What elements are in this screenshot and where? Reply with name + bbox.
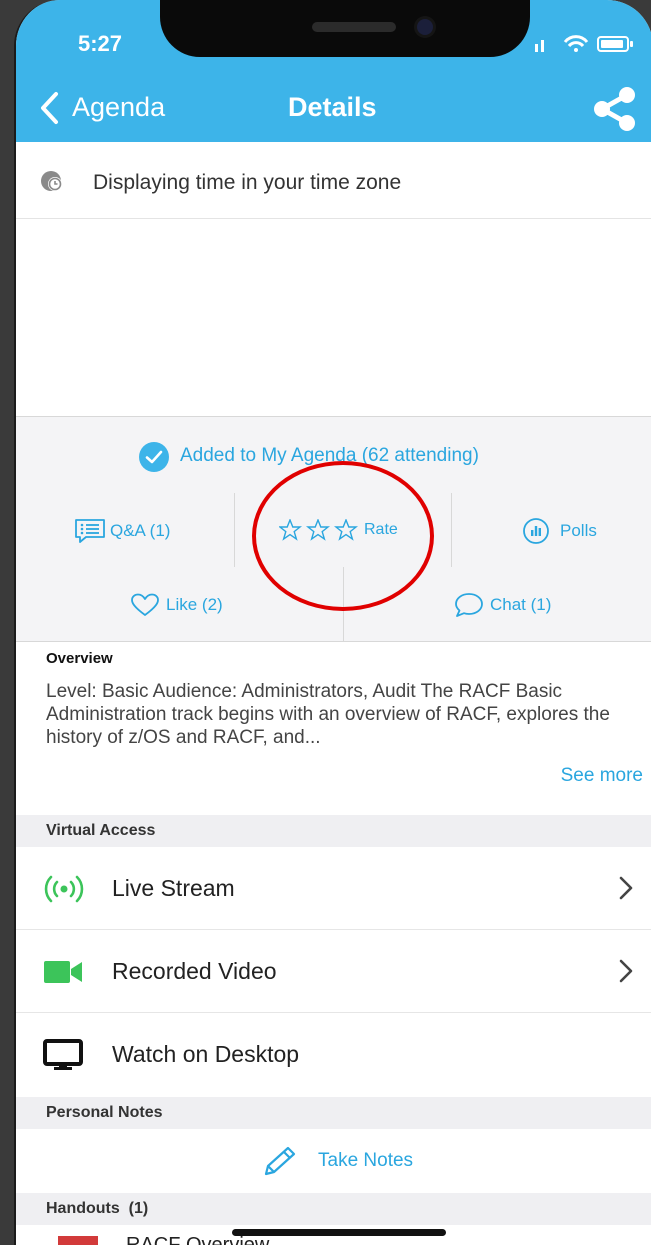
battery-icon (597, 36, 633, 52)
phone-screen: 5:27 Agenda Details Displaying time in y… (14, 0, 651, 1245)
heart-icon (131, 593, 159, 616)
video-camera-icon (44, 961, 82, 983)
polls-label: Polls (560, 521, 597, 540)
see-more-link[interactable]: See more (561, 765, 643, 787)
session-banner-area (16, 219, 651, 417)
section-title: Personal Notes (46, 1104, 163, 1121)
overview-heading: Overview (46, 650, 113, 667)
back-label: Agenda (72, 92, 166, 122)
home-indicator[interactable] (232, 1229, 446, 1236)
watch-on-desktop-row[interactable]: Watch on Desktop (16, 1013, 651, 1095)
status-time: 5:27 (78, 31, 123, 56)
front-camera (417, 19, 433, 35)
live-stream-icon (44, 875, 84, 903)
speaker-grille (312, 22, 396, 32)
qa-icon (75, 519, 105, 543)
live-stream-label: Live Stream (112, 875, 235, 901)
chevron-right-icon (619, 876, 633, 900)
recorded-video-label: Recorded Video (112, 958, 277, 984)
signal-icon (535, 40, 544, 52)
like-label: Like (2) (166, 595, 223, 614)
timezone-banner: Displaying time in your time zone (16, 144, 651, 219)
timezone-globe-icon (41, 171, 62, 191)
watch-on-desktop-label: Watch on Desktop (112, 1041, 300, 1067)
chat-label: Chat (1) (490, 595, 552, 614)
status-icons (535, 35, 633, 52)
pdf-file-icon (58, 1236, 98, 1245)
chevron-left-icon (41, 92, 58, 124)
pencil-icon (264, 1146, 296, 1176)
polls-chart-icon (523, 518, 549, 544)
overview-text: Level: Basic Audience: Administrators, A… (46, 681, 610, 748)
timezone-text: Displaying time in your time zone (93, 171, 402, 194)
check-circle-icon (139, 442, 169, 472)
section-header-virtual-access: Virtual Access (16, 815, 651, 847)
back-button[interactable]: Agenda (34, 88, 209, 128)
chevron-right-icon (619, 959, 633, 983)
section-header-handouts: Handouts (1) (16, 1193, 651, 1225)
device-notch (160, 0, 530, 57)
chat-bubble-icon (455, 593, 483, 617)
annotation-highlight-circle (252, 461, 434, 611)
recorded-video-row[interactable]: Recorded Video (16, 930, 651, 1013)
share-icon[interactable] (589, 86, 641, 132)
take-notes-label: Take Notes (318, 1150, 414, 1171)
section-title: Handouts (1) (46, 1200, 149, 1217)
section-title: Virtual Access (46, 822, 156, 839)
qa-button[interactable]: Q&A (1) (16, 493, 234, 567)
polls-button[interactable]: Polls (452, 493, 651, 567)
app-header: 5:27 Agenda Details (16, 0, 651, 142)
qa-label: Q&A (1) (110, 521, 171, 540)
take-notes-button[interactable]: Take Notes (16, 1129, 651, 1193)
section-header-personal-notes: Personal Notes (16, 1097, 651, 1129)
page-title: Details (288, 92, 377, 122)
desktop-monitor-icon (43, 1039, 83, 1070)
live-stream-row[interactable]: Live Stream (16, 847, 651, 930)
wifi-icon (563, 35, 589, 52)
